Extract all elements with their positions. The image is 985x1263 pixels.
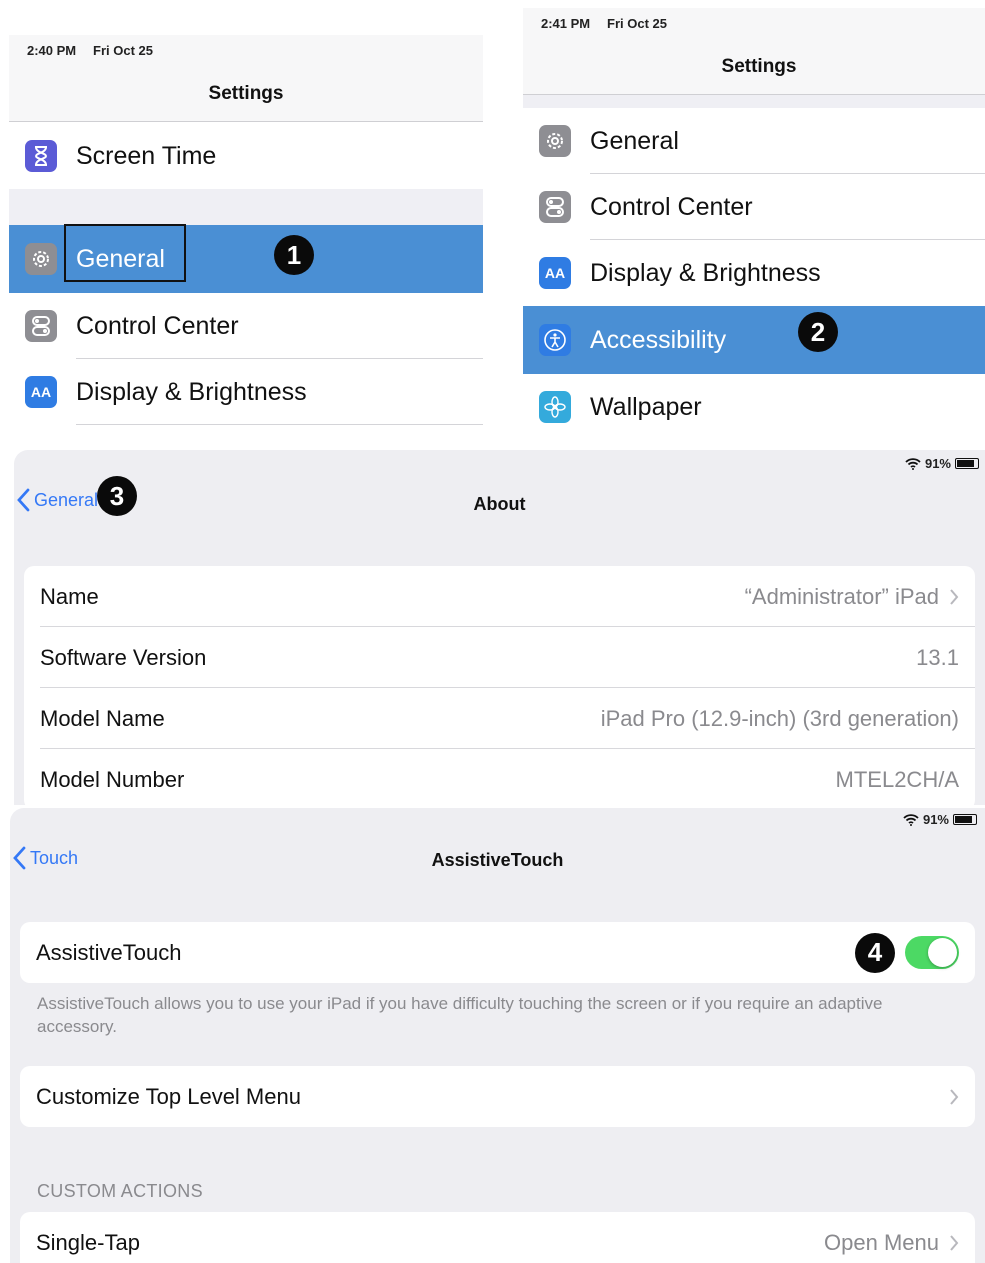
battery-icon bbox=[953, 814, 977, 825]
wifi-icon bbox=[903, 813, 919, 826]
step-badge: 2 bbox=[798, 312, 838, 352]
settings-row-wallpaper[interactable]: Wallpaper bbox=[523, 374, 985, 432]
settings-row-label: Accessibility bbox=[590, 325, 727, 354]
status-date: Fri Oct 25 bbox=[93, 43, 153, 58]
switch-knob bbox=[928, 938, 957, 967]
settings-row-general[interactable]: General bbox=[523, 108, 985, 174]
page-title: Settings bbox=[721, 56, 797, 77]
row-value: “Administrator” iPad bbox=[744, 583, 939, 609]
row-value: Open Menu bbox=[824, 1229, 939, 1255]
about-card: Name “Administrator” iPad Software Versi… bbox=[24, 566, 975, 805]
page-title: AssistiveTouch bbox=[431, 850, 564, 870]
battery-percent: 91% bbox=[924, 456, 951, 471]
gear-icon bbox=[539, 125, 571, 157]
row-value: MTEL2CH/A bbox=[835, 766, 959, 792]
customize-card: Customize Top Level Menu bbox=[20, 1066, 975, 1127]
settings-row-label: Display & Brightness bbox=[76, 377, 307, 406]
settings-row-label: General bbox=[590, 126, 679, 155]
settings-row-display-brightness[interactable]: AA Display & Brightness bbox=[523, 240, 985, 306]
separator bbox=[76, 424, 483, 425]
row-key: Model Number bbox=[40, 766, 185, 792]
settings-row-label: Wallpaper bbox=[590, 392, 702, 421]
settings-panel-2: 2:41 PM Fri Oct 25 Settings General Cont… bbox=[523, 8, 985, 432]
status-battery: 91% bbox=[903, 812, 977, 827]
settings-navbar bbox=[9, 35, 483, 122]
chevron-right-icon bbox=[950, 588, 959, 605]
single-tap-row[interactable]: Single-Tap Open Menu bbox=[20, 1212, 975, 1263]
text-size-icon: AA bbox=[539, 257, 571, 289]
chevron-right-icon bbox=[950, 1234, 959, 1251]
settings-panel-1: 2:40 PM Fri Oct 25 Settings Screen Time … bbox=[9, 35, 483, 427]
settings-row-screen-time[interactable]: Screen Time bbox=[9, 123, 483, 189]
row-key: Software Version bbox=[40, 644, 207, 670]
hourglass-icon bbox=[25, 140, 57, 172]
accessibility-icon bbox=[539, 324, 571, 356]
status-time: 2:41 PM bbox=[541, 16, 591, 31]
row-key: Name bbox=[40, 583, 99, 609]
wifi-icon bbox=[905, 457, 921, 470]
assistivetouch-panel: 91% Touch AssistiveTouch AssistiveTouch … bbox=[10, 808, 985, 1263]
row-key: AssistiveTouch bbox=[36, 939, 182, 965]
section-header: CUSTOM ACTIONS bbox=[37, 1181, 203, 1201]
about-row-model-name: Model Name iPad Pro (12.9-inch) (3rd gen… bbox=[24, 688, 975, 749]
settings-row-control-center[interactable]: Control Center bbox=[523, 174, 985, 240]
settings-row-label: Control Center bbox=[76, 311, 239, 340]
battery-icon bbox=[955, 458, 979, 469]
settings-navbar bbox=[523, 8, 985, 95]
settings-row-label: General bbox=[76, 244, 165, 273]
settings-row-label: Display & Brightness bbox=[590, 258, 821, 287]
settings-row-control-center[interactable]: Control Center bbox=[9, 293, 483, 359]
status-time: 2:40 PM bbox=[27, 43, 77, 58]
about-row-name[interactable]: Name “Administrator” iPad bbox=[24, 566, 975, 627]
row-key: Single-Tap bbox=[36, 1229, 140, 1255]
status-date: Fri Oct 25 bbox=[607, 16, 667, 31]
toggles-icon bbox=[539, 191, 571, 223]
settings-row-label: Screen Time bbox=[76, 141, 217, 170]
page-title: About bbox=[473, 494, 526, 514]
chevron-right-icon bbox=[950, 1088, 959, 1105]
row-key: Model Name bbox=[40, 705, 165, 731]
about-row-software-version: Software Version 13.1 bbox=[24, 627, 975, 688]
section-gap bbox=[523, 95, 985, 108]
about-panel: 91% General 3 About Name “Administrator”… bbox=[14, 450, 985, 805]
step-badge: 1 bbox=[274, 235, 314, 275]
settings-row-label: Control Center bbox=[590, 192, 753, 221]
about-row-model-number: Model Number MTEL2CH/A bbox=[24, 749, 975, 805]
row-key: Customize Top Level Menu bbox=[36, 1083, 301, 1109]
step-badge: 4 bbox=[855, 932, 895, 973]
gear-icon bbox=[25, 243, 57, 275]
status-battery: 91% bbox=[905, 456, 979, 471]
settings-row-accessibility[interactable]: Accessibility 2 bbox=[523, 306, 985, 374]
assistivetouch-switch[interactable] bbox=[905, 936, 959, 969]
assistivetouch-toggle-row: AssistiveTouch 4 bbox=[20, 922, 975, 983]
toggles-icon bbox=[25, 310, 57, 342]
settings-row-general[interactable]: General 1 bbox=[9, 224, 483, 293]
customize-top-level-menu-row[interactable]: Customize Top Level Menu bbox=[20, 1066, 975, 1127]
section-gap bbox=[9, 189, 483, 225]
row-value: 13.1 bbox=[916, 644, 959, 670]
battery-percent: 91% bbox=[922, 812, 949, 827]
custom-actions-card: Single-Tap Open Menu bbox=[20, 1212, 975, 1263]
page-title: Settings bbox=[208, 83, 284, 104]
settings-row-display-brightness[interactable]: AA Display & Brightness bbox=[9, 359, 483, 425]
row-value: iPad Pro (12.9-inch) (3rd generation) bbox=[600, 705, 959, 731]
text-size-icon: AA bbox=[25, 376, 57, 408]
flower-icon bbox=[539, 391, 571, 423]
assistivetouch-toggle-card: AssistiveTouch 4 bbox=[20, 922, 975, 983]
assistivetouch-description: AssistiveTouch allows you to use your iP… bbox=[37, 994, 883, 1036]
